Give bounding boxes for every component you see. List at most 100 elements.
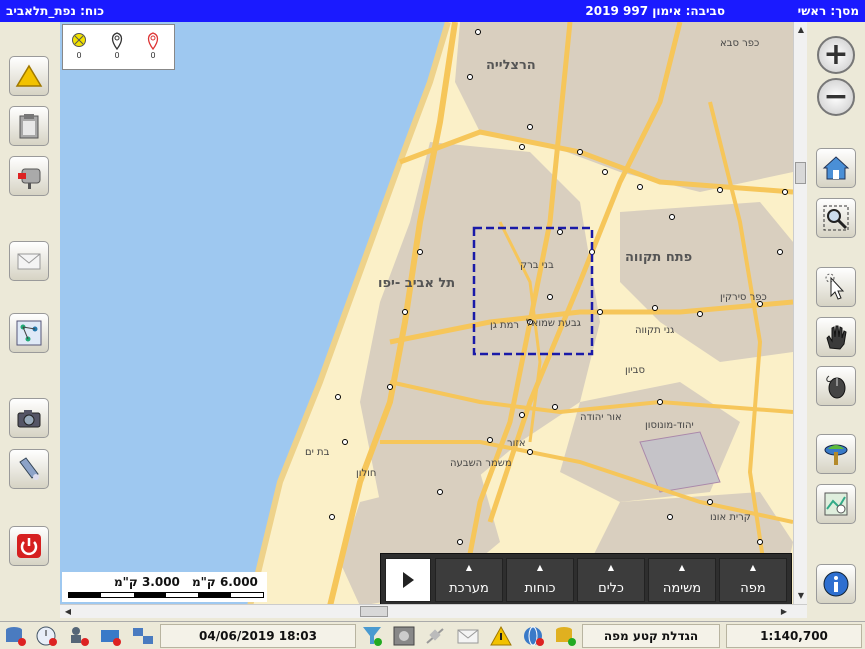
scale-label-left: 3.000 ק"מ (114, 575, 180, 589)
caret-up-icon: ▲ (678, 563, 686, 572)
select-pointer-icon (825, 273, 845, 300)
mailbox-icon (18, 168, 41, 189)
envelope-icon[interactable] (456, 625, 480, 647)
clipboard-button[interactable] (9, 106, 49, 146)
legend-item-target[interactable]: 0 (69, 31, 89, 60)
home-view-button[interactable] (816, 148, 856, 188)
disk-icon[interactable] (392, 625, 416, 647)
envelope-icon (17, 253, 41, 270)
power-button[interactable] (9, 526, 49, 566)
play-button[interactable] (385, 558, 431, 602)
database-check-icon[interactable] (554, 625, 578, 647)
alerts-button[interactable] (9, 56, 49, 96)
legend-count: 0 (150, 51, 156, 60)
camera-button[interactable] (9, 398, 49, 438)
marker-legend: 0 0 0 (62, 24, 175, 70)
zoom-out-button[interactable]: − (817, 78, 855, 116)
place-label: קרית אונו (710, 512, 751, 523)
map-view[interactable]: הרצלייה פתח תקווה תל אביב -יפו בני ברק ר… (60, 22, 793, 606)
environment-label: סביבה: אימון 997 2019 (585, 4, 725, 18)
scale-label-right: 6.000 ק"מ (192, 575, 258, 589)
red-pin-icon (147, 32, 159, 51)
vertical-scrollbar[interactable]: ▲ ▼ (793, 22, 807, 606)
info-button[interactable] (816, 564, 856, 604)
zoom-in-button[interactable]: + (817, 36, 855, 74)
map-document-icon (824, 492, 848, 516)
legend-item-red-pin[interactable]: 0 (143, 31, 163, 60)
scroll-up-icon[interactable]: ▲ (795, 24, 807, 36)
database-error-icon[interactable] (4, 625, 28, 647)
map-canvas[interactable] (60, 22, 793, 606)
location-pin-icon (111, 32, 123, 51)
zoom-out-icon: − (823, 79, 849, 114)
right-toolbar: + − (807, 22, 865, 622)
mailbox-button[interactable] (9, 156, 49, 196)
place-label: רמת גן (490, 320, 520, 331)
menu-tools-button[interactable]: ▲ כלים (577, 558, 645, 602)
title-bar: מסך: ראשי סביבה: אימון 997 2019 כוח: נפת… (0, 0, 865, 22)
camera-icon (17, 410, 41, 428)
datetime-display: 04/06/2019 18:03 (160, 624, 356, 648)
menu-map-button[interactable]: ▲ מפה (719, 558, 787, 602)
messages-button[interactable] (9, 241, 49, 281)
menu-forces-button[interactable]: ▲ כוחות (506, 558, 574, 602)
layers-button[interactable] (816, 434, 856, 474)
caret-up-icon: ▲ (536, 563, 544, 572)
mail-error-icon[interactable] (99, 625, 123, 647)
place-label: אור יהודה (580, 412, 622, 423)
main-menu-bar: ▲ מערכת ▲ כוחות ▲ כלים ▲ משימה ▲ מפה (380, 553, 792, 605)
horizontal-scroll-thumb[interactable] (360, 606, 388, 617)
scroll-down-icon[interactable]: ▼ (795, 590, 807, 602)
network-icon[interactable] (131, 625, 155, 647)
city-label-tel-aviv: תל אביב -יפו (378, 276, 456, 291)
flashlight-button[interactable] (9, 449, 49, 489)
place-label: גני תקווה (635, 325, 675, 336)
place-label: משמר השבעה (450, 458, 512, 469)
legend-count: 0 (114, 51, 120, 60)
current-action-display: הגדלת קטע מפה (582, 624, 720, 648)
scale-bar: 3.000 ק"מ 6.000 ק"מ (62, 572, 267, 602)
force-label: כוח: נפת_תלאביב (6, 4, 105, 18)
mouse-tool-button[interactable] (816, 366, 856, 406)
legend-count: 0 (76, 51, 82, 60)
pan-hand-icon (826, 325, 847, 350)
clock-error-icon[interactable] (35, 625, 59, 647)
layers-icon (824, 444, 848, 465)
warning-icon[interactable] (489, 625, 513, 647)
place-label: בני ברק (520, 260, 554, 271)
network-button[interactable] (9, 313, 49, 353)
zoom-area-button[interactable] (816, 198, 856, 238)
satellite-icon[interactable] (423, 625, 447, 647)
target-marker-icon (72, 33, 86, 47)
select-tool-button[interactable] (816, 267, 856, 307)
scale-ruler (68, 592, 264, 598)
power-icon (17, 534, 41, 558)
legend-item-pin[interactable]: 0 (107, 31, 127, 60)
pan-tool-button[interactable] (816, 317, 856, 357)
info-icon (823, 571, 849, 597)
filter-check-icon[interactable] (361, 625, 385, 647)
globe-error-icon[interactable] (522, 625, 546, 647)
place-label: כפר סירקין (720, 292, 767, 303)
caret-up-icon: ▲ (749, 563, 757, 572)
home-icon (822, 156, 850, 180)
map-document-button[interactable] (816, 484, 856, 524)
place-label: בת ים (305, 447, 330, 458)
caret-up-icon: ▲ (607, 563, 615, 572)
warning-icon (15, 64, 43, 87)
place-label: כפר סבא (720, 38, 760, 49)
mouse-icon (826, 375, 846, 399)
scroll-right-icon[interactable]: ▶ (778, 606, 790, 618)
play-icon (403, 572, 414, 588)
vertical-scroll-thumb[interactable] (795, 162, 806, 184)
network-diagram-icon (16, 320, 42, 346)
map-scale-display: 1:140,700 (726, 624, 862, 648)
menu-mission-button[interactable]: ▲ משימה (648, 558, 716, 602)
screen-label: מסך: ראשי (797, 4, 859, 18)
users-error-icon[interactable] (67, 625, 91, 647)
horizontal-scrollbar[interactable]: ◀ ▶ (60, 604, 807, 618)
city-label-petah-tikva: פתח תקווה (625, 250, 693, 265)
scroll-left-icon[interactable]: ◀ (62, 606, 74, 618)
place-label: יהוד-מונוסון (645, 420, 694, 431)
menu-system-button[interactable]: ▲ מערכת (435, 558, 503, 602)
